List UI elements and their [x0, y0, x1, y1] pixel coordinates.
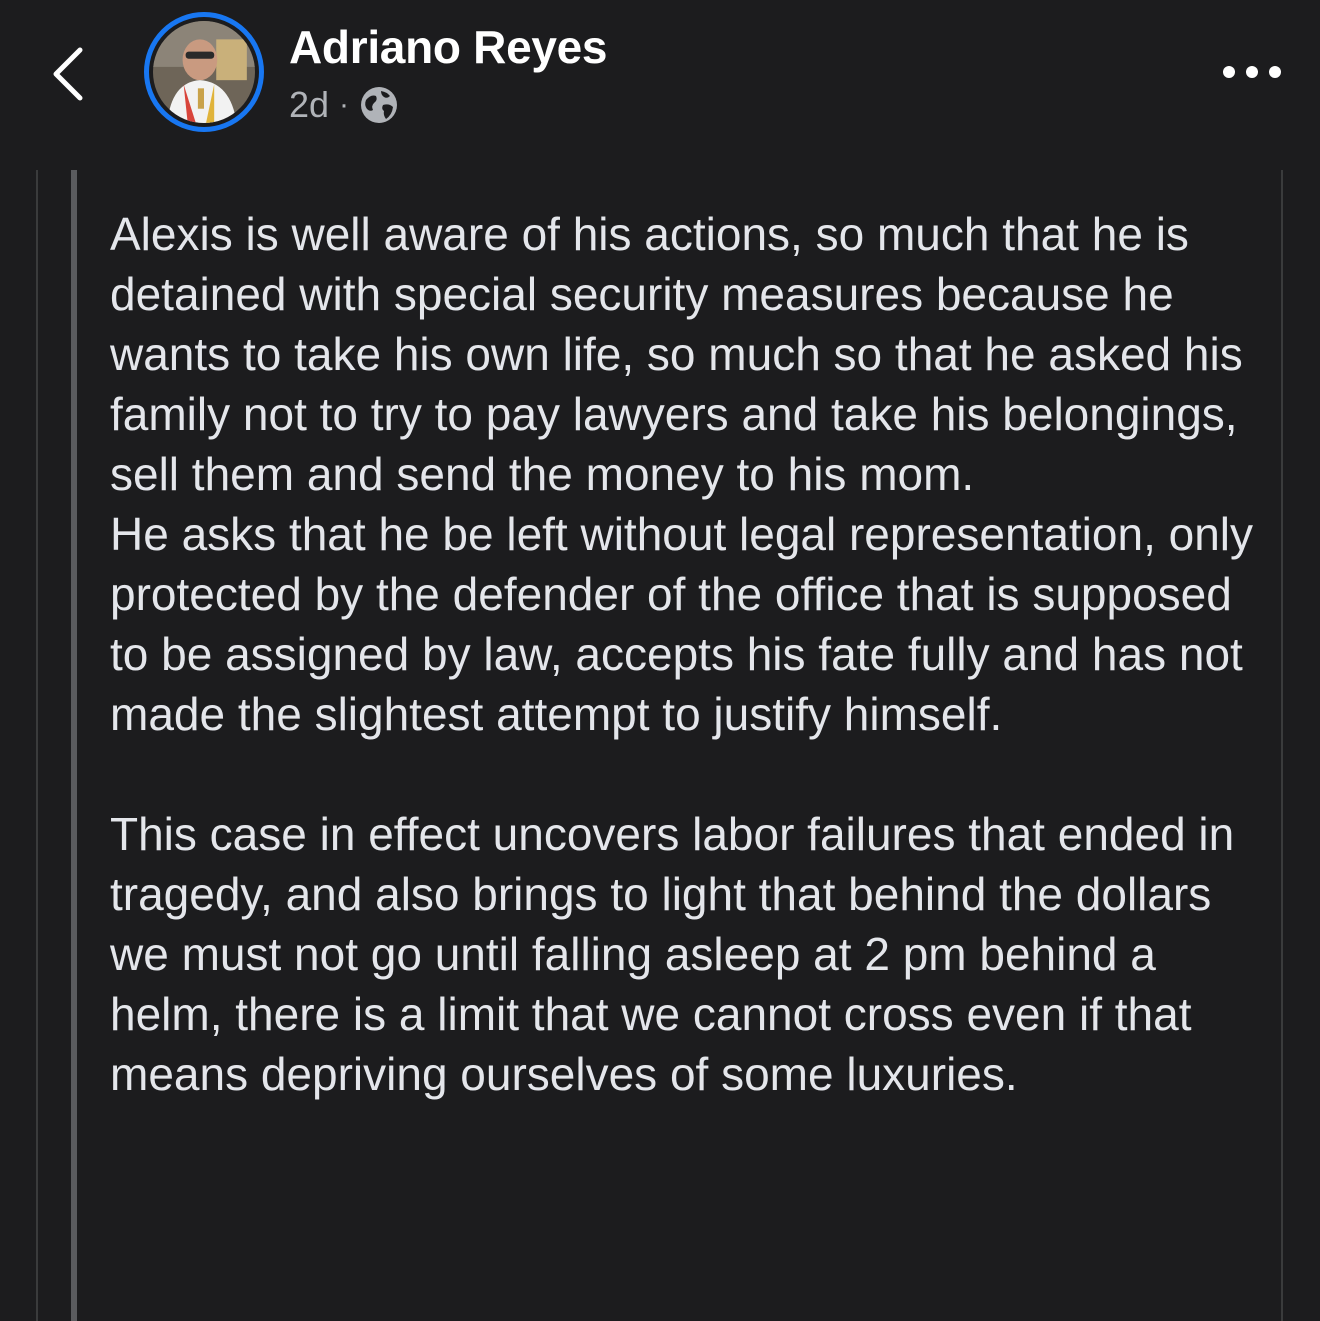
- chevron-left-icon: [40, 38, 100, 110]
- author-name[interactable]: Adriano Reyes: [289, 18, 608, 76]
- back-button[interactable]: [40, 38, 100, 110]
- quote-bar: [71, 170, 77, 1321]
- more-options-button[interactable]: [1212, 50, 1288, 94]
- right-divider: [1281, 170, 1283, 1321]
- post-body: Alexis is well aware of his actions, so …: [110, 204, 1275, 1104]
- post-paragraph: Alexis is well aware of his actions, so …: [110, 208, 1254, 740]
- post-meta: 2d ·: [289, 82, 399, 128]
- profile-photo: [153, 21, 255, 123]
- left-divider: [36, 170, 38, 1321]
- globe-icon[interactable]: [359, 85, 399, 125]
- avatar[interactable]: [144, 12, 264, 132]
- more-horizontal-icon: [1212, 50, 1288, 94]
- post-timestamp[interactable]: 2d: [289, 84, 329, 126]
- post-paragraph: This case in effect uncovers labor failu…: [110, 808, 1235, 1100]
- meta-separator: ·: [339, 88, 350, 121]
